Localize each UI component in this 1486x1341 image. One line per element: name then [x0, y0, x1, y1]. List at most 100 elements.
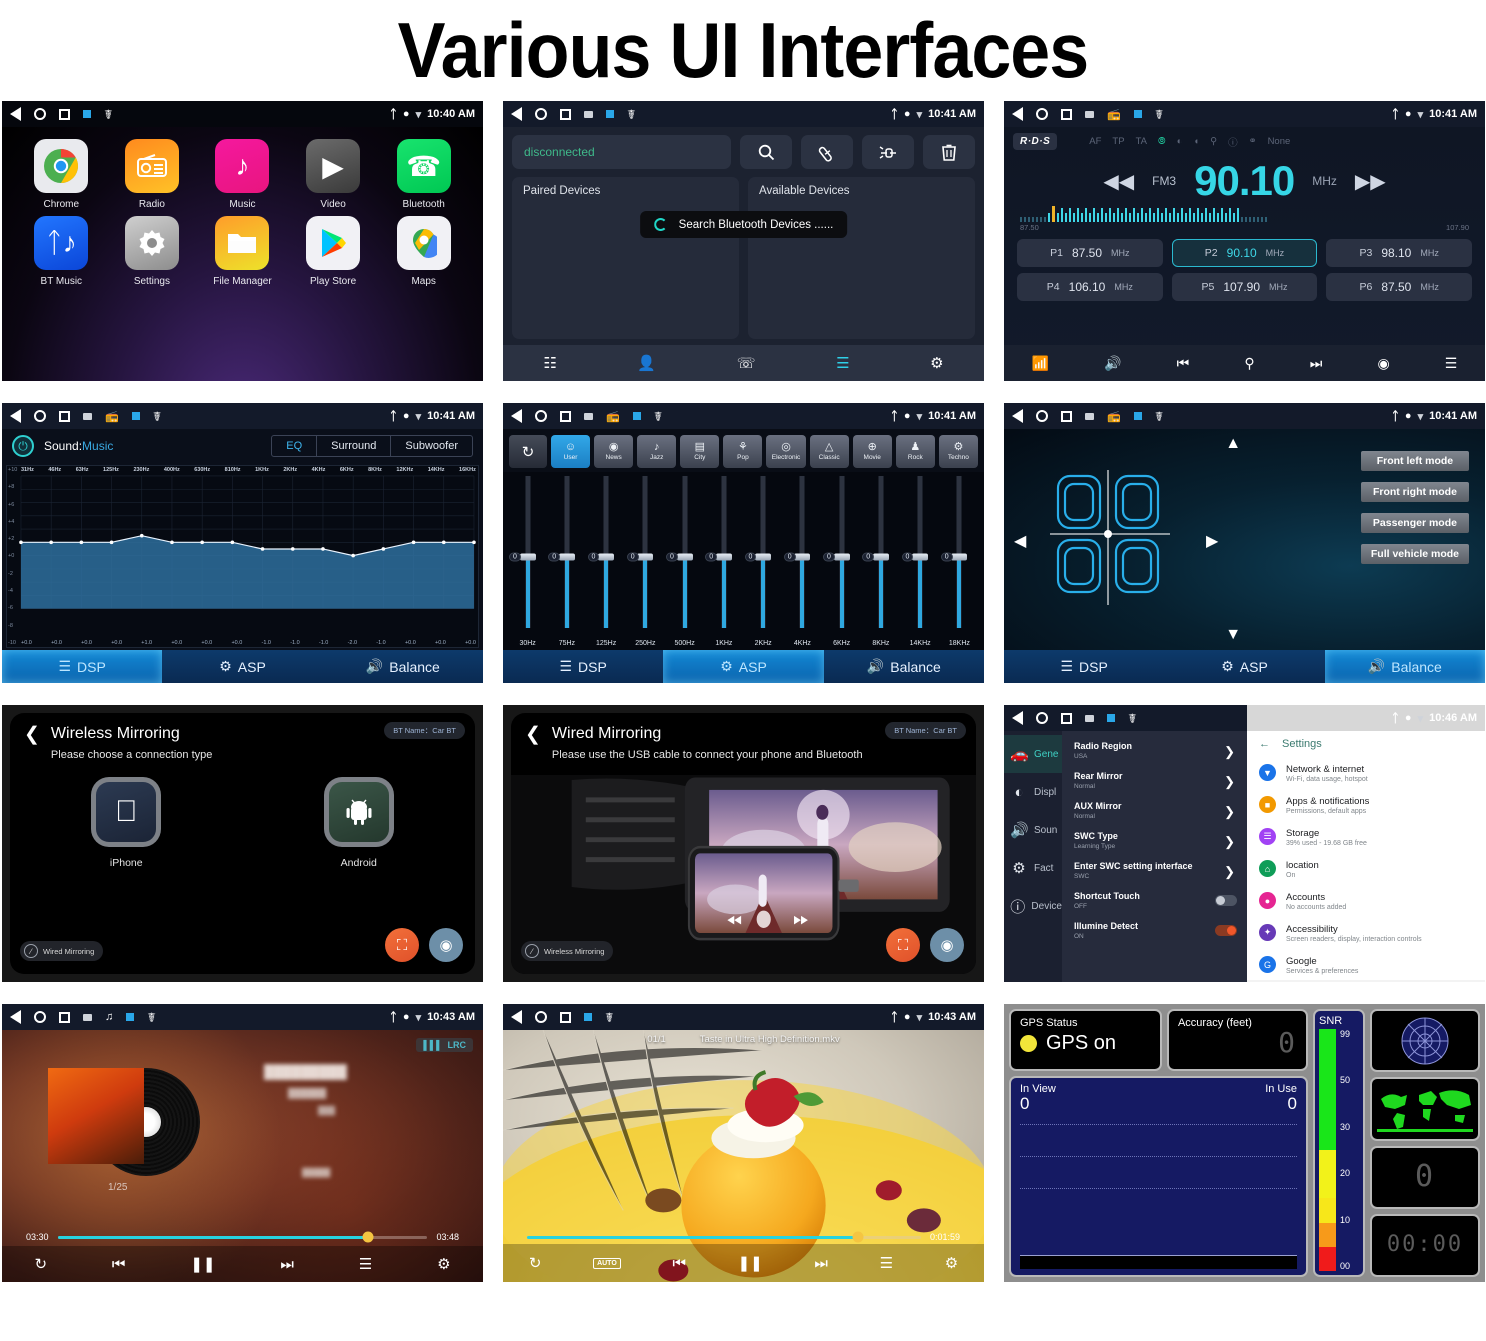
android-settings-row[interactable]: ⌂ location On	[1247, 853, 1485, 885]
chevron-right-icon[interactable]: ❯	[1224, 744, 1235, 760]
lrc-badge[interactable]: ▌▌▌ LRC	[416, 1038, 473, 1052]
paired-devices-list[interactable]: Paired Devices	[512, 177, 739, 339]
slider-track[interactable]: 0	[548, 474, 585, 640]
app-video[interactable]: ▶ Video	[293, 139, 373, 210]
back-icon[interactable]	[1012, 711, 1023, 725]
asp-slider-75hz[interactable]: 0 75Hz	[548, 474, 585, 648]
arrow-left-icon[interactable]: ←	[1259, 738, 1270, 750]
asp-slider-125hz[interactable]: 0 125Hz	[587, 474, 625, 648]
app-radio[interactable]: Radio	[112, 139, 192, 210]
app-maps[interactable]: Maps	[384, 216, 464, 287]
app-bluetooth[interactable]: ☎ Bluetooth	[384, 139, 464, 210]
power-icon[interactable]: ⏻	[12, 435, 34, 457]
mode-passenger[interactable]: Passenger mode	[1360, 513, 1469, 533]
eq-chart[interactable]: +10 +8 +6 +4 +2 +0 -2 -4 -6 -8 -10 31Hz 46Hz 63Hz 125…	[6, 465, 479, 648]
slider-knob[interactable]	[755, 553, 772, 561]
preset-p4[interactable]: P4 106.10 MHz	[1017, 273, 1163, 301]
settings-row[interactable]: Illumine Detect ON	[1062, 915, 1247, 945]
slider-knob[interactable]	[794, 553, 811, 561]
chevron-right-icon[interactable]: ❯	[1224, 774, 1235, 790]
unlink-icon[interactable]	[862, 135, 914, 169]
equalizer-icon[interactable]: ⚙	[945, 1254, 958, 1272]
band-label[interactable]: FM3	[1152, 174, 1176, 188]
slider-track[interactable]: 0	[705, 474, 742, 640]
rds-icon[interactable]: 📶	[1032, 355, 1049, 372]
slider-track[interactable]: 0	[744, 474, 782, 640]
gear-icon[interactable]: ⚙	[930, 354, 943, 372]
home-icon[interactable]	[34, 1011, 46, 1023]
left-arrow-icon[interactable]: ◀	[1014, 531, 1026, 551]
slider-track[interactable]: 0	[626, 474, 664, 640]
rds-search-icon[interactable]: ⚲	[1210, 136, 1217, 147]
album-art[interactable]	[48, 1068, 200, 1176]
playlist-icon[interactable]: ☰	[359, 1255, 372, 1273]
mode-eq[interactable]: EQ	[272, 436, 318, 456]
prev-icon[interactable]: ⏮	[1177, 355, 1190, 372]
chevron-right-icon[interactable]: ❯	[1224, 834, 1235, 850]
asp-preset-electronic[interactable]: ◎ Electronic	[766, 435, 806, 468]
rds-pty-icon[interactable]: ⚭	[1249, 136, 1257, 147]
asp-slider-14khz[interactable]: 0 14KHz	[901, 474, 939, 648]
equalizer-icon[interactable]: ⚙	[437, 1255, 450, 1273]
asp-slider-18khz[interactable]: 0 18KHz	[940, 474, 978, 648]
slider-track[interactable]: 0	[509, 474, 546, 640]
recents-icon[interactable]	[560, 108, 571, 120]
slider-track[interactable]: 0	[783, 474, 821, 640]
rds-badge[interactable]: R·D·S	[1013, 133, 1058, 150]
app-settings[interactable]: Settings	[112, 216, 192, 287]
repeat-icon[interactable]: ↻	[34, 1255, 47, 1273]
antenna-icon[interactable]: ◉	[1377, 355, 1389, 372]
toggle-switch[interactable]	[1215, 895, 1237, 906]
chevron-left-icon[interactable]: ❮	[24, 725, 40, 744]
world-map-icon[interactable]	[1370, 1077, 1480, 1141]
trash-icon[interactable]	[923, 135, 975, 169]
asp-preset-user[interactable]: ☺ User	[551, 435, 591, 468]
pause-icon[interactable]: ❚❚	[738, 1254, 763, 1272]
asp-slider-2khz[interactable]: 0 2KHz	[744, 474, 782, 648]
android-settings-row[interactable]: ▼ Network & internet Wi-Fi, data usage, ho…	[1247, 757, 1485, 789]
rds-af[interactable]: AF	[1089, 136, 1101, 147]
preset-p5[interactable]: P5 107.90 MHz	[1171, 273, 1318, 301]
asp-slider-4khz[interactable]: 0 4KHz	[783, 474, 821, 648]
settings-row[interactable]: SWC Type Learning Type ❯	[1062, 825, 1247, 855]
recents-icon[interactable]	[59, 410, 70, 422]
app-file-manager[interactable]: File Manager	[202, 216, 282, 287]
tab-dsp[interactable]: ☰ DSP	[1004, 650, 1165, 683]
chevron-left-icon[interactable]: ❮	[525, 725, 541, 744]
playlist-icon[interactable]: ☰	[880, 1254, 893, 1272]
home-icon[interactable]	[535, 108, 547, 120]
tab-dsp[interactable]: ☰ DSP	[2, 650, 163, 683]
preset-p6[interactable]: P6 87.50 MHz	[1326, 273, 1472, 301]
slider-knob[interactable]	[558, 553, 575, 561]
cast-icon[interactable]: ⛶	[385, 928, 419, 962]
wired-mirroring-pill[interactable]: ∕ Wired Mirroring	[20, 941, 104, 961]
sidebar-item-device[interactable]: ⓘ Device	[1004, 887, 1062, 925]
settings-item-list[interactable]: Radio Region USA ❯ Rear Mirror Normal ❯ AUX Mi…	[1062, 731, 1247, 982]
preset-p2[interactable]: P2 90.10 MHz	[1171, 239, 1318, 267]
asp-slider-30hz[interactable]: 0 30Hz	[509, 474, 546, 648]
slider-track[interactable]: 0	[940, 474, 978, 640]
recents-icon[interactable]	[1061, 108, 1072, 120]
wireless-mirroring-pill[interactable]: ∕ Wireless Mirroring	[521, 941, 614, 961]
recents-icon[interactable]	[59, 1011, 70, 1023]
settings-hex-icon[interactable]: ◉	[429, 928, 463, 962]
progress-knob[interactable]	[852, 1231, 864, 1243]
tune-down-icon[interactable]: ◀◀	[1103, 169, 1134, 194]
slider-track[interactable]: 0	[823, 474, 860, 640]
volume-icon[interactable]: 🔊	[1104, 355, 1121, 372]
video-body[interactable]: 01/1 Taste in Ultra High Definition.mkv …	[503, 1030, 984, 1282]
asp-preset-classic[interactable]: △ Classic	[809, 435, 849, 468]
next-icon[interactable]: ⏭	[1310, 355, 1323, 372]
back-icon[interactable]	[1012, 107, 1023, 121]
slider-knob[interactable]	[598, 553, 615, 561]
asp-slider-250hz[interactable]: 0 250Hz	[626, 474, 664, 648]
android-settings-list[interactable]: ▼ Network & internet Wi-Fi, data usage, ho…	[1247, 757, 1485, 980]
back-icon[interactable]	[511, 107, 522, 121]
slider-knob[interactable]	[872, 553, 889, 561]
rds-info-icon[interactable]: ⓘ	[1228, 135, 1238, 149]
asp-preset-news[interactable]: ◉ News	[594, 435, 634, 468]
asp-preset-city[interactable]: ▤ City	[680, 435, 720, 468]
progress-bar[interactable]	[527, 1231, 921, 1243]
back-icon[interactable]	[10, 409, 21, 423]
asp-preset-techno[interactable]: ⚙ Techno	[938, 435, 978, 468]
